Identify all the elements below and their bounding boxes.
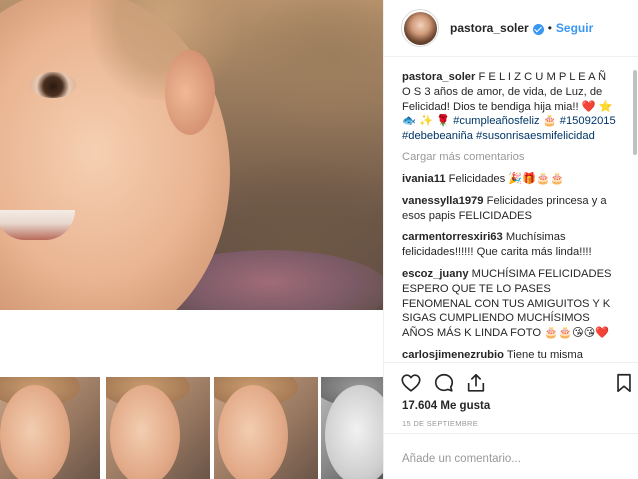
comment-item: escoz_juany MUCHÍSIMA FELICIDADES ESPERO… [402,267,623,341]
thumbnail-face [218,385,288,479]
post-header: pastora_soler • Seguir [384,0,638,57]
caption: pastora_soler F E L I Z C U M P L E A Ñ … [402,70,623,144]
post-side-panel: pastora_soler • Seguir pastora_soler F E… [383,0,638,479]
hashtag-link[interactable]: #cumpleañosfeliz [453,115,539,127]
hashtag-link[interactable]: #debebeaniña [402,130,473,142]
header-username[interactable]: pastora_soler [450,21,529,35]
comment-item: ivania11 Felicidades 🎉🎁🎂🎂 [402,172,623,187]
comment-username[interactable]: carlosjimenezrubio [402,349,504,360]
add-comment-area [384,433,638,479]
caption-username[interactable]: pastora_soler [402,71,475,83]
comment-item: vanessylla1979 Felicidades princesa y a … [402,194,623,224]
comment-username[interactable]: vanessylla1979 [402,195,484,207]
hashtag-link[interactable]: #susonrisaesmifelicidad [476,130,595,142]
comments-list[interactable]: pastora_soler F E L I Z C U M P L E A Ñ … [384,58,638,360]
comment-username[interactable]: ivania11 [402,173,446,185]
photo-ear [165,50,215,135]
comment-text: Tiene tu misma [506,348,583,360]
comment-username[interactable]: carmentorresxiri63 [402,231,503,243]
verified-badge-icon [532,23,544,35]
thumbnail-face [110,385,180,479]
avatar-ring[interactable] [401,9,439,47]
hashtag-link[interactable]: #15092015 [560,115,616,127]
post-photo[interactable] [0,0,383,310]
caption-emoji: 🎂 [542,115,557,128]
comment-input[interactable] [402,453,617,465]
comment-text: Felicidades 🎉🎁🎂🎂 [448,172,565,185]
load-more-comments-button[interactable]: Cargar más comentarios [402,151,623,163]
heart-icon[interactable] [400,372,422,394]
comment-icon[interactable] [433,372,455,394]
bookmark-icon[interactable] [613,372,635,394]
thumbnail-2[interactable] [106,377,210,479]
comments-scrollbar[interactable] [633,70,637,155]
share-icon[interactable] [465,372,487,394]
post-date[interactable]: 15 DE SEPTIEMBRE [402,419,478,428]
header-separator: • [547,21,552,35]
follow-button[interactable]: Seguir [556,21,593,35]
comment-username[interactable]: escoz_juany [402,268,469,280]
avatar[interactable] [403,11,437,45]
action-bar [384,362,638,398]
thumbnail-strip [0,377,383,479]
thumbnail-1[interactable] [0,377,100,479]
thumbnail-3[interactable] [214,377,318,479]
photo-eye [30,72,76,98]
thumbnail-face [0,385,70,479]
thumbnail-4[interactable] [321,377,383,479]
comment-item: carmentorresxiri63 Muchísimas felicidade… [402,230,623,260]
likes-count[interactable]: 17.604 Me gusta [402,400,490,412]
post-media [0,0,383,479]
comment-item: carlosjimenezrubio Tiene tu misma [402,348,623,360]
